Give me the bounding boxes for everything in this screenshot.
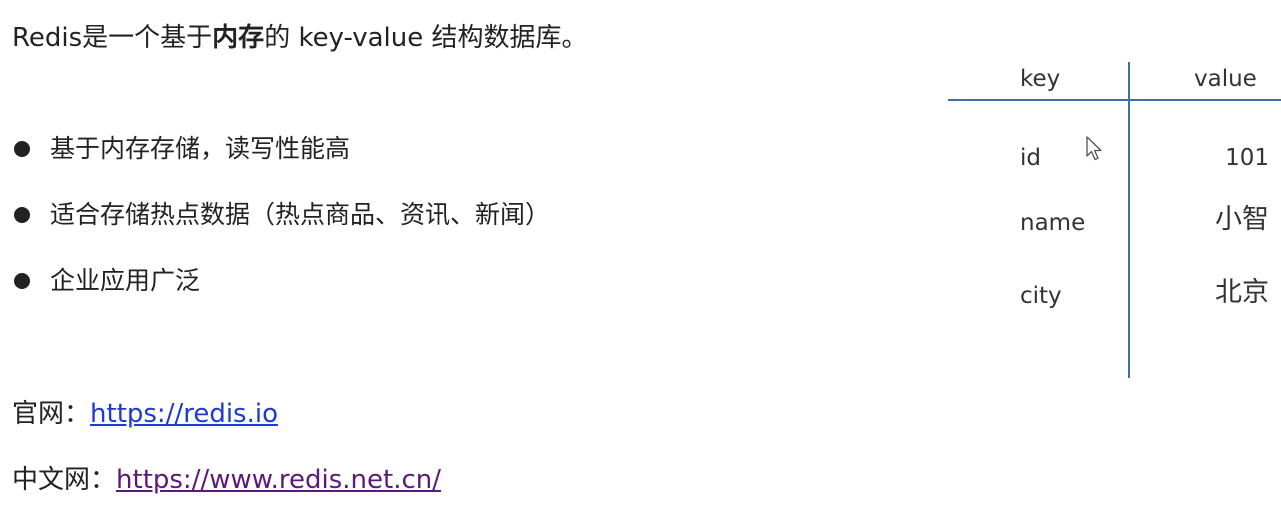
row-value: 小智 [1215, 204, 1269, 235]
bullet-icon [14, 141, 30, 157]
chinese-site-label: 中文网： [12, 465, 117, 495]
column-header-value: value [1194, 66, 1257, 92]
chinese-site-row: 中文网：https://www.redis.net.cn/ [12, 460, 441, 500]
table-column-divider [1128, 62, 1130, 378]
row-value: 北京 [1215, 277, 1269, 308]
official-site-label: 官网： [12, 399, 91, 429]
row-key: id [1020, 145, 1041, 171]
list-item-text: 企业应用广泛 [50, 266, 201, 295]
heading-bold: 内存 [212, 23, 265, 53]
row-key: city [1020, 283, 1062, 309]
key-value-table: key value id 101 name 小智 city 北京 [948, 58, 1281, 380]
feature-list: 基于内存存储，读写性能高 适合存储热点数据（热点商品、资讯、新闻） 企业应用广泛 [12, 128, 550, 326]
column-header-key: key [1020, 66, 1061, 92]
mouse-pointer-icon [1086, 136, 1102, 161]
heading-prefix: Redis是一个基于 [12, 23, 213, 53]
table-header-divider [948, 99, 1281, 101]
official-site-row: 官网：https://redis.io [12, 394, 278, 434]
page-heading: Redis是一个基于内存的 key-value 结构数据库。 [12, 18, 587, 58]
chinese-site-link[interactable]: https://www.redis.net.cn/ [116, 465, 441, 495]
bullet-icon [14, 273, 30, 289]
row-value: 101 [1225, 145, 1269, 171]
list-item: 基于内存存储，读写性能高 [12, 128, 550, 194]
list-item: 企业应用广泛 [12, 260, 550, 326]
list-item-text: 基于内存存储，读写性能高 [50, 134, 351, 163]
list-item: 适合存储热点数据（热点商品、资讯、新闻） [12, 194, 550, 260]
official-site-link[interactable]: https://redis.io [90, 399, 278, 429]
row-key: name [1020, 210, 1086, 236]
list-item-text: 适合存储热点数据（热点商品、资讯、新闻） [50, 200, 551, 229]
bullet-icon [14, 207, 30, 223]
heading-suffix: 的 key-value 结构数据库。 [264, 23, 588, 53]
